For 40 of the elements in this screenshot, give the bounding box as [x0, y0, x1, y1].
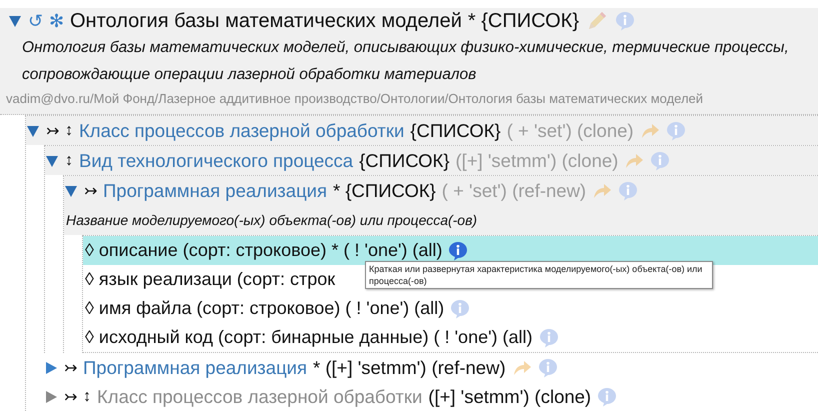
node-type: {СПИСОК}: [359, 150, 450, 172]
curved-arrow-icon[interactable]: [640, 122, 660, 140]
node-title[interactable]: Вид технологического процесса: [79, 150, 354, 172]
tooltip: Краткая или развернутая характеристика моделируемого(-ых) объекта(-ов) или процесса(-ов): [365, 261, 713, 289]
node-options: ( + 'set') (ref-new): [442, 180, 586, 202]
node-type: ([+] 'setmm') (clone): [428, 386, 592, 408]
tree-marker: ↣: [64, 358, 77, 378]
node-options: ( + 'set') (clone): [506, 120, 634, 142]
node-caption: Название моделируемого(-ых) объекта(-ов) или процесса(-ов): [64, 205, 818, 235]
tree-marker: ↺: [28, 10, 43, 32]
tree-marker: ↣: [64, 388, 77, 406]
field-item[interactable]: ◊ язык реализаци (сорт: строк: [85, 269, 336, 290]
tree-marker: ↕: [65, 122, 73, 140]
ontology-description: Онтология базы математических моделей, описывающих физико-химические, термические процессы, сопровождающие операции лазерной обработки материалов: [21, 38, 790, 85]
curved-arrow-icon[interactable]: [592, 182, 612, 200]
collapse-arrow-icon[interactable]: [8, 14, 22, 28]
tree-marker: ↣: [84, 182, 97, 200]
tree-marker: ↣: [46, 122, 59, 140]
tree-marker: ↕: [65, 152, 73, 170]
tree-marker: ↕: [83, 388, 91, 406]
ontology-title: Онтология базы математических моделей: [70, 10, 462, 32]
curved-arrow-icon[interactable]: [624, 152, 644, 170]
node-type: * {СПИСОК}: [333, 180, 436, 202]
collapse-arrow-icon[interactable]: [45, 154, 59, 168]
collapse-arrow-icon[interactable]: [64, 184, 78, 198]
info-icon[interactable]: [448, 240, 468, 260]
curved-arrow-icon[interactable]: [512, 358, 532, 376]
node-type: {СПИСОК}: [410, 120, 501, 142]
node-options: ([+] 'setmm') (clone): [456, 150, 618, 172]
tree-marker: ✻: [49, 10, 64, 32]
expand-arrow-icon[interactable]: [44, 360, 58, 374]
field-item[interactable]: ◊ исходный код (сорт: бинарные данные) ( ! 'one') (all): [85, 327, 533, 348]
node-title[interactable]: Программная реализация: [83, 356, 308, 378]
collapse-arrow-icon[interactable]: [26, 124, 40, 138]
field-item[interactable]: ◊ имя файла (сорт: строковое) ( ! 'one') (all): [85, 298, 444, 319]
node-type: * ([+] 'setmm') (ref-new): [313, 356, 506, 378]
node-title[interactable]: Программная реализация: [103, 180, 328, 202]
ontology-type: * {СПИСОК}: [468, 10, 580, 32]
ontology-path: vadim@dvo.ru/Мой Фонд/Лазерное аддитивное производство/Онтологии/Онтология базы математических моделей: [6, 90, 704, 108]
node-title[interactable]: Класс процессов лазерной обработки: [79, 120, 404, 142]
